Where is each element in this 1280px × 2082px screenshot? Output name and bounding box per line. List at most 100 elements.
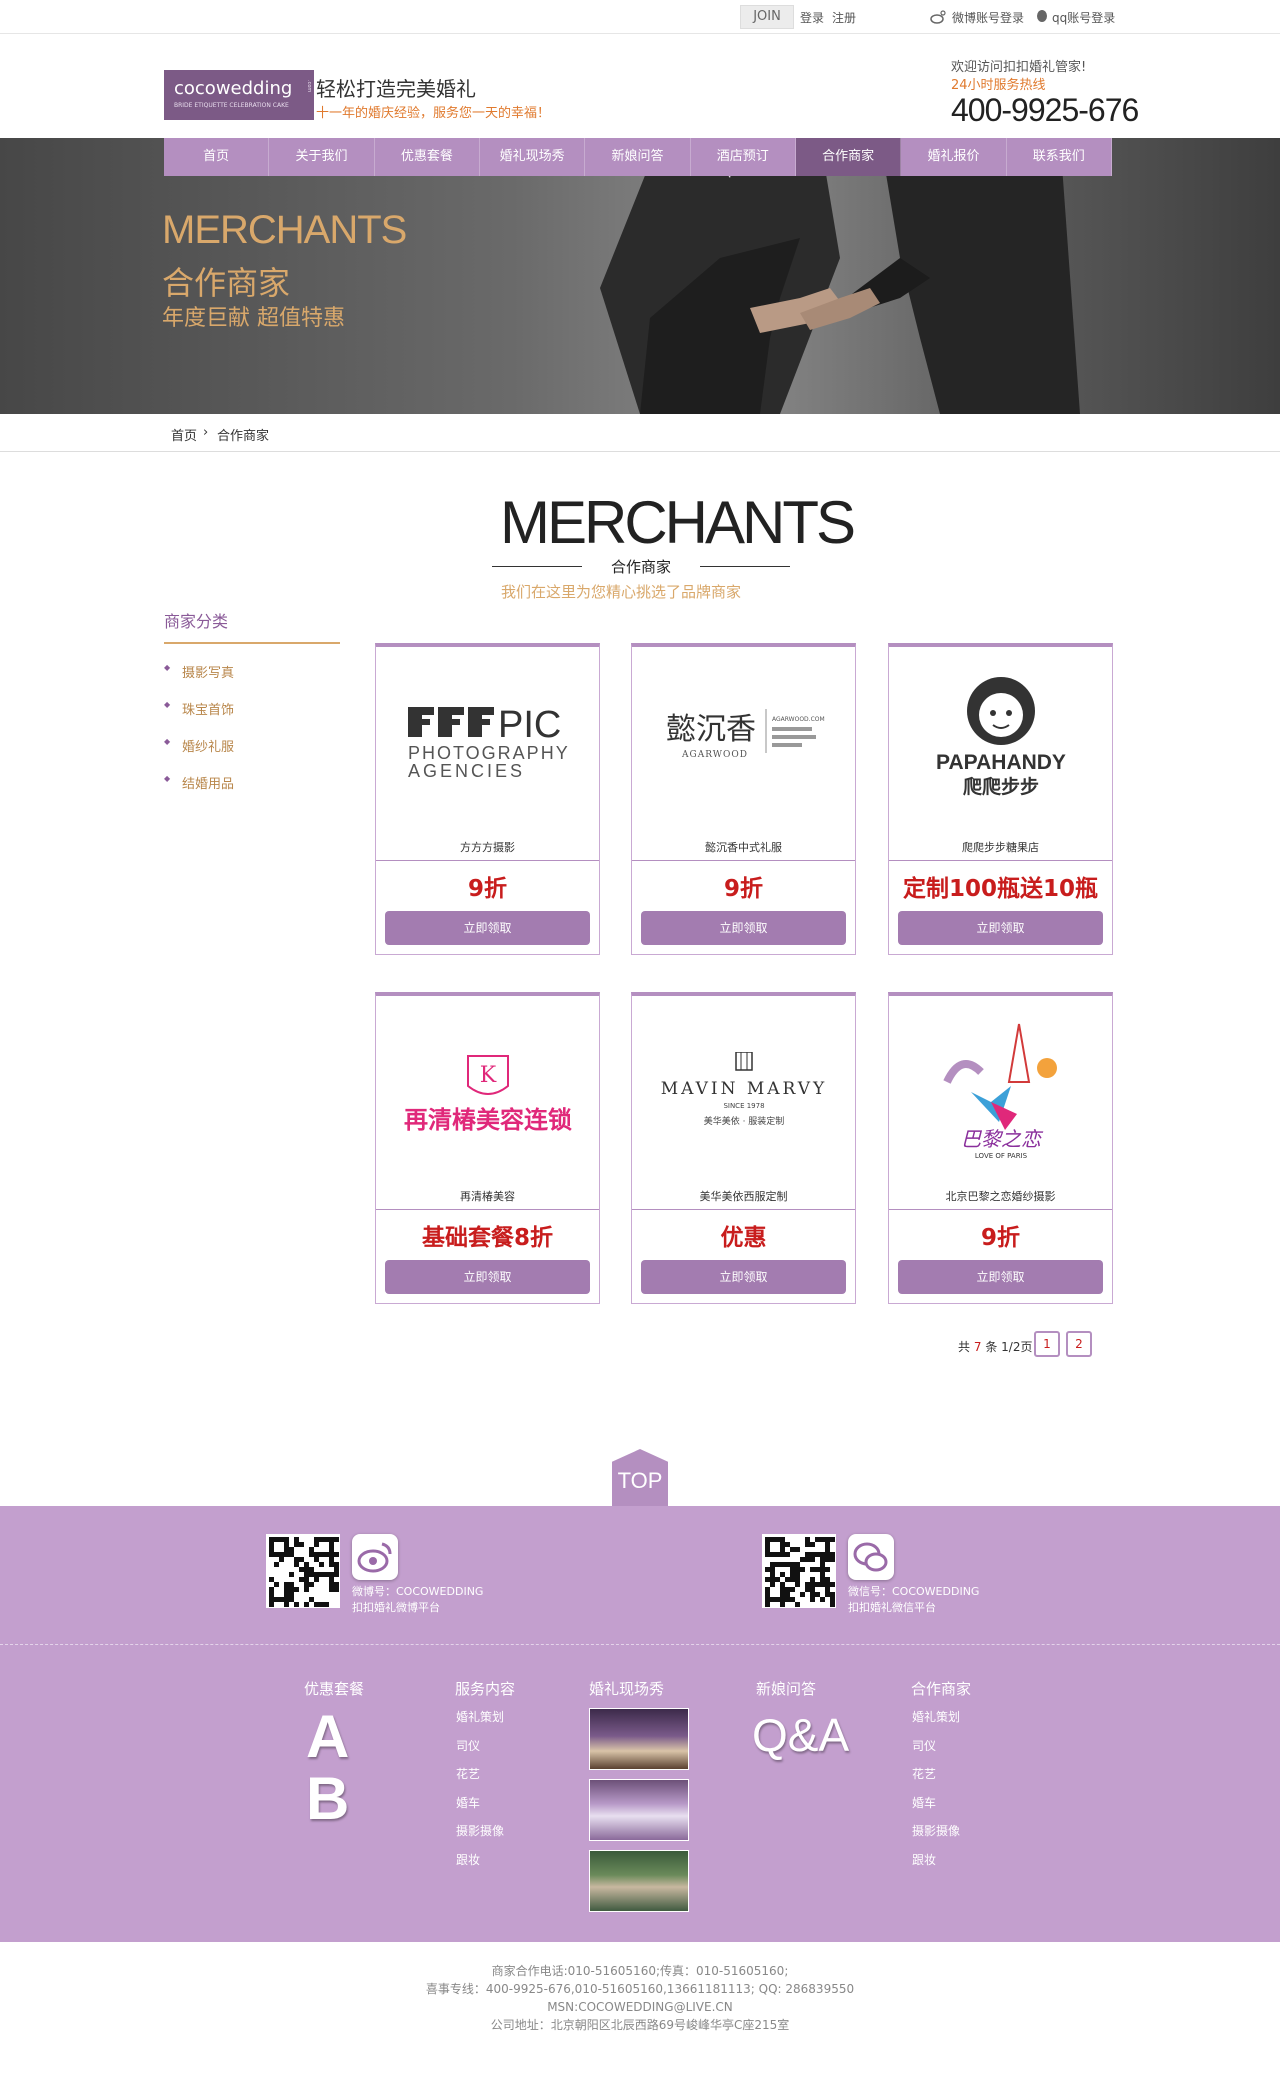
footer-merchant-link[interactable]: 跟妆	[912, 1851, 936, 1868]
weibo-account-id: 微博号：COCOWEDDING	[352, 1585, 484, 1598]
claim-button[interactable]: 立即领取	[641, 1260, 846, 1294]
package-b-link[interactable]: B	[306, 1764, 349, 1833]
nav-item[interactable]: 新娘问答	[585, 138, 691, 176]
footer-col-qa-title[interactable]: 新娘问答	[756, 1678, 816, 1699]
register-link[interactable]: 注册	[832, 9, 856, 26]
page-2-button[interactable]: 2	[1066, 1331, 1092, 1357]
showcase-thumbnail[interactable]	[589, 1779, 689, 1841]
nav-item[interactable]: 优惠套餐	[375, 138, 480, 176]
svg-text:PAPAHANDY: PAPAHANDY	[936, 751, 1066, 774]
site-logo[interactable]: cocowedding BRIDE ETIQUETTE CELEBRATION …	[164, 70, 314, 120]
footer-merchant-link[interactable]: 婚礼策划	[912, 1708, 960, 1725]
page-1-button[interactable]: 1	[1034, 1331, 1060, 1357]
banner: 首页 关于我们 优惠套餐 婚礼现场秀 新娘问答 酒店预订 合作商家 婚礼报价 联系我们 MERC…	[0, 138, 1280, 414]
breadcrumb-separator: ›	[203, 425, 209, 440]
footer-col-services-title[interactable]: 服务内容	[455, 1678, 515, 1699]
copyright-line: MSN:COCOWEDDING@LIVE.CN	[547, 2000, 733, 2014]
footer-service-link[interactable]: 花艺	[456, 1765, 480, 1782]
merchant-card[interactable]: MAVIN MARVY SINCE 1978 美华美依 · 服装定制 美华美依西…	[631, 992, 856, 1304]
merchant-card[interactable]: PIC PHOTOGRAPHY AGENCIES 方方方摄影 9折 立即领取	[375, 643, 600, 955]
slogan: 轻松打造完美婚礼	[316, 77, 476, 101]
copyright-block: 商家合作电话:010-51605160;传真：010-51605160; 喜事专…	[0, 1962, 1280, 2034]
divider	[0, 1644, 1280, 1645]
footer-service-link[interactable]: 婚礼策划	[456, 1708, 504, 1725]
footer-service-link[interactable]: 司仪	[456, 1737, 480, 1754]
breadcrumb-home[interactable]: 首页	[171, 425, 197, 444]
svg-text:美华美依 · 服装定制: 美华美依 · 服装定制	[703, 1115, 784, 1127]
merchant-card[interactable]: 懿沉香 AGARWOOD AGARWOOD.COM 懿沉香中式礼服 9折 立即领…	[631, 643, 856, 955]
hotline-phone: 400-9925-676	[951, 92, 1139, 128]
merchant-name: 方方方摄影	[460, 841, 515, 854]
package-a-link[interactable]: A	[306, 1702, 349, 1771]
back-to-top-button[interactable]: TOP	[612, 1449, 668, 1507]
divider	[889, 1209, 1112, 1210]
svg-text:巴黎之恋: 巴黎之恋	[961, 1127, 1044, 1151]
svg-text:AGARWOOD.COM: AGARWOOD.COM	[772, 716, 825, 723]
footer-service-link[interactable]: 婚车	[456, 1794, 480, 1811]
nav-item[interactable]: 合作商家	[795, 138, 902, 176]
wechat-account-id: 微信号：COCOWEDDING	[848, 1585, 980, 1598]
merchant-card[interactable]: PAPAHANDY 爬爬步步 爬爬步步糖果店 定制100瓶送10瓶 立即领取	[888, 643, 1113, 955]
section-title: MERCHANTS 合作商家 我们在这里为您精心挑选了品牌商家	[492, 490, 856, 602]
footer-col-merchants-title[interactable]: 合作商家	[911, 1678, 971, 1699]
footer-service-link[interactable]: 摄影摄像	[456, 1822, 504, 1839]
merchant-logo: 懿沉香 AGARWOOD AGARWOOD.COM	[632, 647, 855, 839]
merchant-logo: K 再清椿美容连锁	[376, 996, 599, 1188]
footer-col-showcase-title[interactable]: 婚礼现场秀	[589, 1678, 664, 1699]
nav-item[interactable]: 酒店预订	[691, 138, 796, 176]
wechat-platform-label: 扣扣婚礼微信平台	[848, 1601, 936, 1614]
nav-item[interactable]: 首页	[164, 138, 270, 176]
qq-login-link[interactable]: qq账号登录	[1052, 9, 1115, 26]
agarwood-logo-icon: 懿沉香 AGARWOOD AGARWOOD.COM	[666, 709, 825, 760]
svg-text:LOVE OF PARIS: LOVE OF PARIS	[974, 1152, 1027, 1160]
section-title-cn: 合作商家	[492, 556, 790, 577]
showcase-thumbnail[interactable]	[589, 1708, 689, 1770]
footer-col-packages-title[interactable]: 优惠套餐	[304, 1678, 364, 1699]
claim-button[interactable]: 立即领取	[385, 911, 590, 945]
copyright-line: 喜事专线：400-9925-676,010-51605160,136611811…	[425, 1982, 855, 1996]
nav-item[interactable]: 关于我们	[269, 138, 375, 176]
qa-link[interactable]: Q&A	[752, 1708, 849, 1762]
logo-text: cocowedding	[174, 78, 293, 99]
papahandy-logo-icon: PAPAHANDY 爬爬步步	[936, 677, 1066, 798]
nav-item[interactable]: 婚礼报价	[901, 138, 1007, 176]
weibo-login-link[interactable]: 微博账号登录	[952, 9, 1024, 26]
weibo-account: 微博号：COCOWEDDING 扣扣婚礼微博平台	[352, 1584, 483, 1616]
merchant-logo: PAPAHANDY 爬爬步步	[889, 647, 1112, 839]
wechat-icon[interactable]	[848, 1534, 894, 1580]
merchant-card[interactable]: K 再清椿美容连锁 再清椿美容 基础套餐8折 立即领取	[375, 992, 600, 1304]
claim-button[interactable]: 立即领取	[898, 911, 1103, 945]
claim-button[interactable]: 立即领取	[641, 911, 846, 945]
sidebar-item-wedding-supplies[interactable]: 结婚用品	[164, 773, 340, 792]
nav-item[interactable]: 联系我们	[1007, 138, 1112, 176]
claim-button[interactable]: 立即领取	[385, 1260, 590, 1294]
footer-service-link[interactable]: 跟妆	[456, 1851, 480, 1868]
sidebar-item-wedding-dress[interactable]: 婚纱礼服	[164, 736, 340, 755]
footer-merchant-link[interactable]: 婚车	[912, 1794, 936, 1811]
main-nav: 首页 关于我们 优惠套餐 婚礼现场秀 新娘问答 酒店预订 合作商家 婚礼报价 联系我们	[164, 138, 1112, 176]
merchant-name: 再清椿美容	[460, 1190, 515, 1203]
svg-text:SINCE 1978: SINCE 1978	[723, 1102, 764, 1110]
sidebar-item-jewelry[interactable]: 珠宝首饰	[164, 699, 340, 718]
pager-page-info: 1/2页	[1001, 1340, 1033, 1354]
footer-merchant-link[interactable]: 摄影摄像	[912, 1822, 960, 1839]
top-bar: JOIN 登录 注册 微博账号登录 qq账号登录	[0, 0, 1280, 34]
merchant-name: 北京巴黎之恋婚纱摄影	[945, 1190, 1056, 1203]
merchant-offer: 优惠	[720, 1225, 767, 1251]
nav-item[interactable]: 婚礼现场秀	[480, 138, 586, 176]
divider	[889, 860, 1112, 861]
footer-merchant-link[interactable]: 司仪	[912, 1737, 936, 1754]
merchant-card[interactable]: 巴黎之恋 LOVE OF PARIS 北京巴黎之恋婚纱摄影 9折 立即领取	[888, 992, 1113, 1304]
login-link[interactable]: 登录	[800, 9, 824, 26]
footer-merchant-link[interactable]: 花艺	[912, 1765, 936, 1782]
merchant-offer: 9折	[467, 876, 507, 902]
section-title-cn-text: 合作商家	[610, 558, 671, 576]
sidebar-item-photography[interactable]: 摄影写真	[164, 662, 340, 681]
showcase-thumbnail[interactable]	[589, 1850, 689, 1912]
claim-button[interactable]: 立即领取	[898, 1260, 1103, 1294]
pager-unit: 条	[985, 1340, 998, 1354]
sidebar-title: 商家分类	[164, 608, 340, 644]
join-button[interactable]: JOIN	[740, 5, 794, 29]
logo-domain: .com	[306, 80, 312, 93]
weibo-icon[interactable]	[352, 1534, 398, 1580]
